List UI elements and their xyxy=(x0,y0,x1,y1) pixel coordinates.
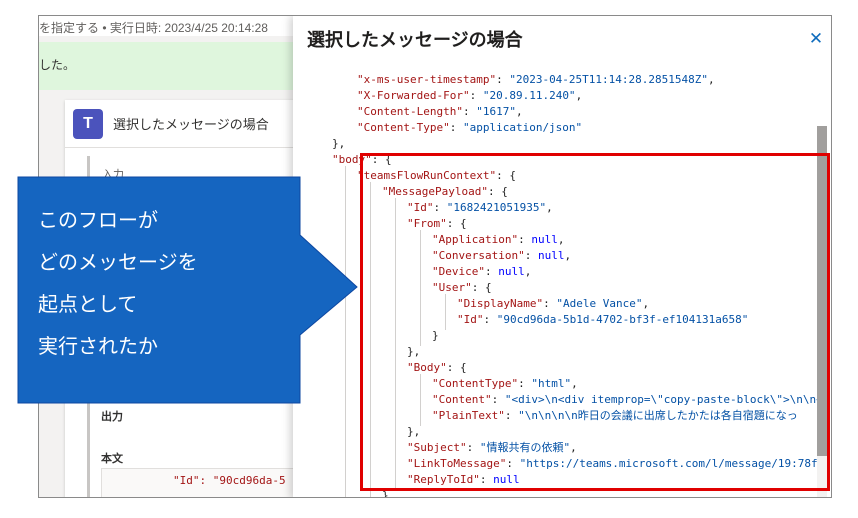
callout-text: このフローが どのメッセージを 起点として 実行されたか xyxy=(18,174,298,404)
callout-line: 実行されたか xyxy=(38,336,158,358)
callout-line: 起点として xyxy=(38,294,138,316)
callout-line: どのメッセージを xyxy=(38,252,198,274)
callout-line: このフローが xyxy=(38,210,158,232)
